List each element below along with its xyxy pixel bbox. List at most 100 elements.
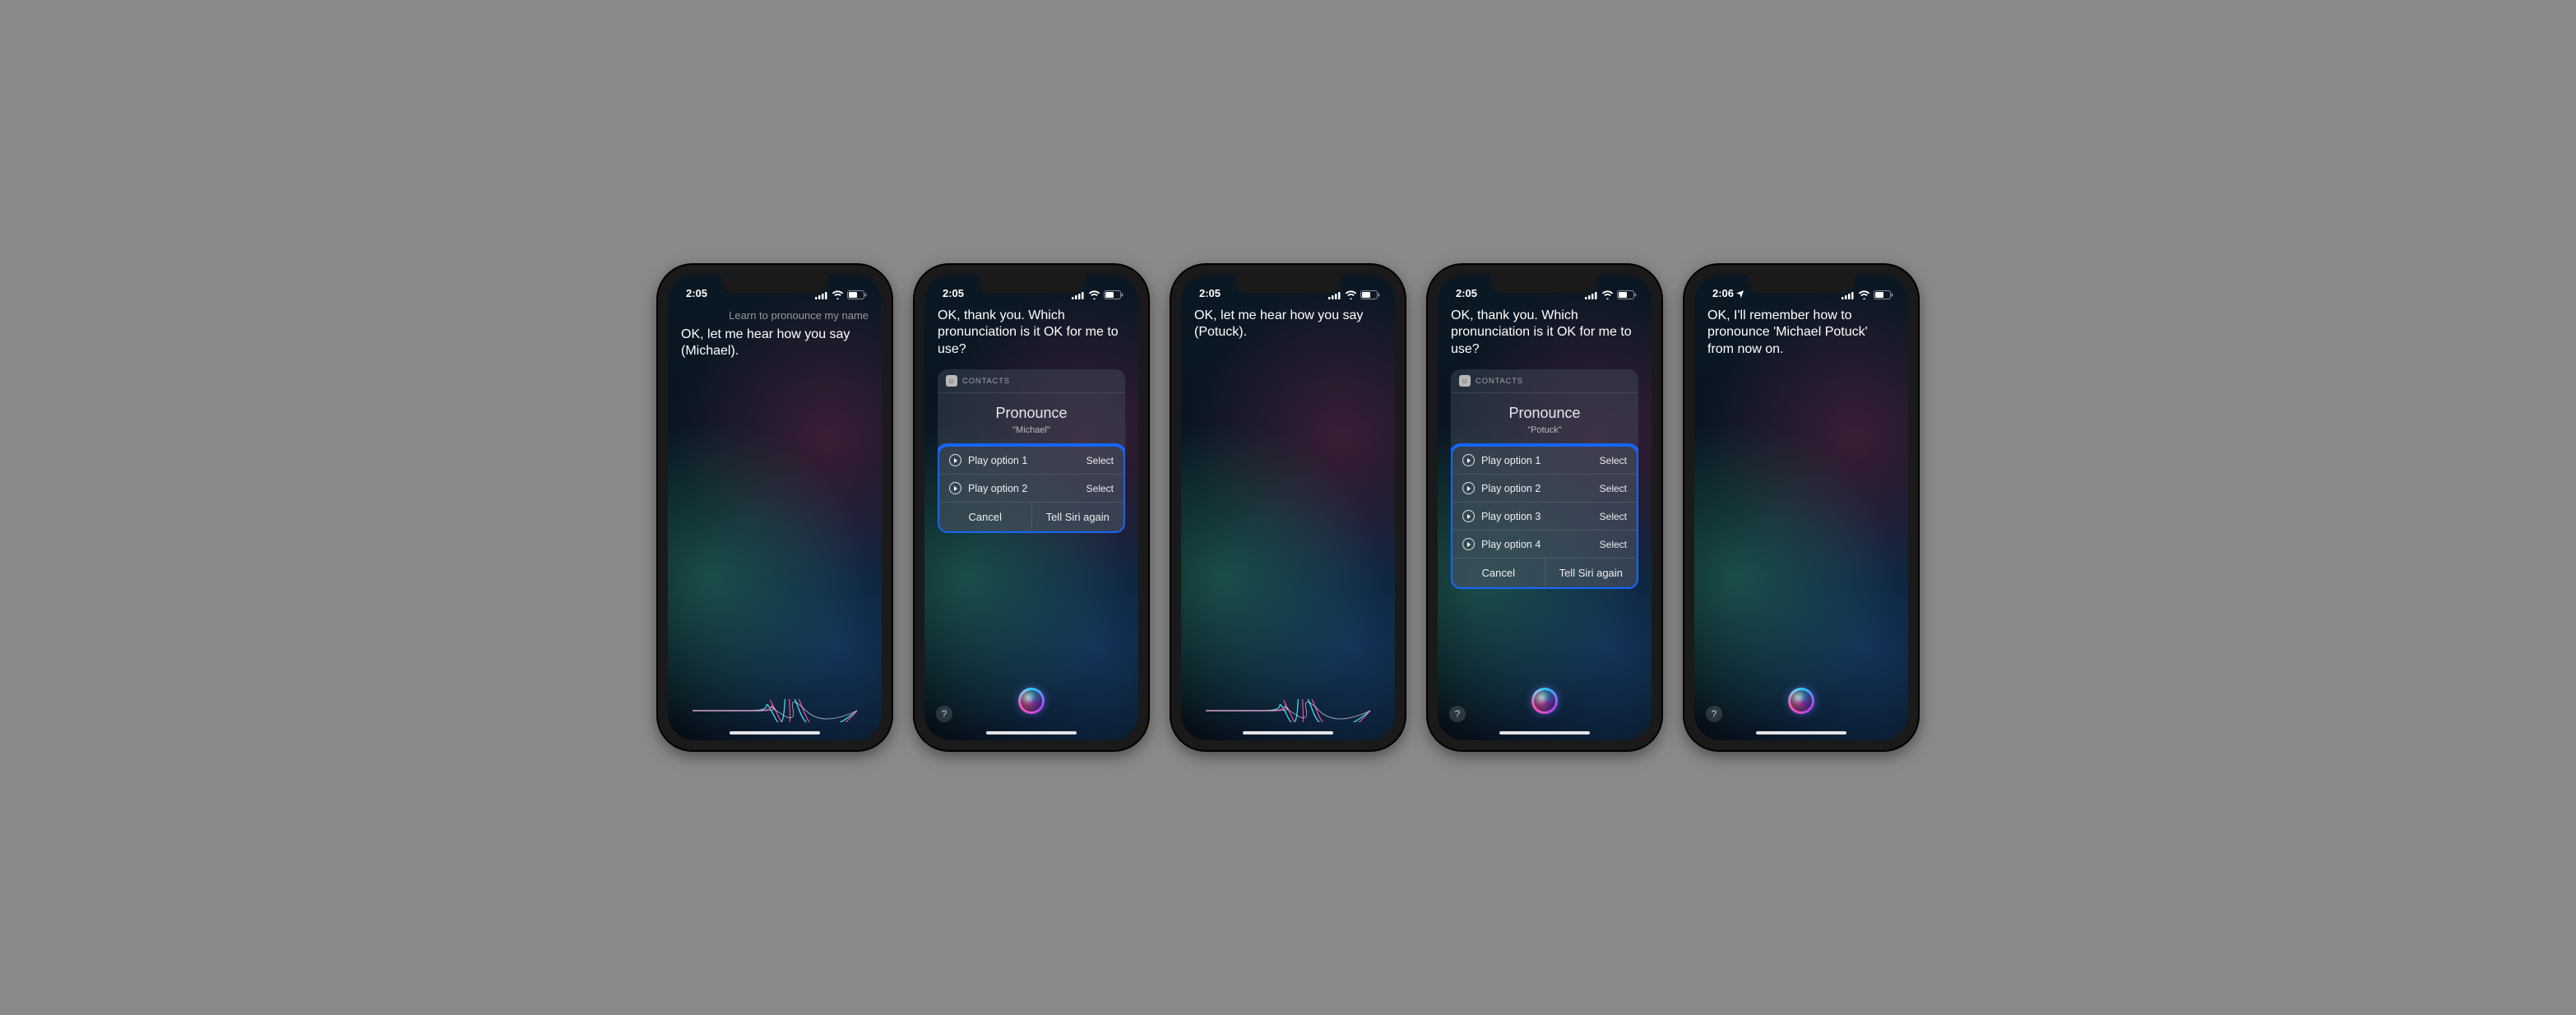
- card-button-row: CancelTell Siri again: [1452, 558, 1637, 587]
- status-time: 2:05: [1199, 287, 1221, 299]
- tell-siri-again-button[interactable]: Tell Siri again: [1032, 503, 1124, 531]
- status-time: 2:06: [1712, 287, 1734, 299]
- battery-icon: [1874, 290, 1893, 299]
- contacts-card: ☺ CONTACTS Pronounce"Potuck" Play option 1 S…: [1451, 369, 1638, 589]
- contacts-card: ☺CONTACTSPronounce"Michael"Play option 1…: [938, 369, 1125, 533]
- select-button[interactable]: Select: [1086, 483, 1114, 494]
- home-indicator[interactable]: [1499, 731, 1590, 735]
- wifi-icon: [1088, 290, 1100, 299]
- content-area: OK, let me hear how you say (Potuck).: [1181, 299, 1395, 671]
- option-label: Play option 1: [968, 455, 1080, 466]
- home-indicator[interactable]: [1243, 731, 1333, 735]
- option-label: Play option 4: [1481, 539, 1593, 550]
- status-time: 2:05: [943, 287, 964, 299]
- select-button[interactable]: Select: [1600, 455, 1627, 466]
- play-icon[interactable]: [1462, 454, 1475, 466]
- play-icon[interactable]: [1462, 482, 1475, 494]
- phone-frame: 2:05 OK, thank you. Which pronunciation i…: [1428, 265, 1661, 750]
- option-label: Play option 3: [1481, 511, 1593, 522]
- cancel-button[interactable]: Cancel: [1452, 558, 1545, 587]
- card-source-label: CONTACTS: [962, 377, 1010, 386]
- help-button[interactable]: ?: [936, 706, 952, 722]
- battery-icon: [1360, 290, 1380, 299]
- content-area: OK, I'll remember how to pronounce 'Mich…: [1694, 299, 1908, 671]
- notch: [1748, 275, 1855, 293]
- phone-frame: 2:05 OK, thank you. Which pronunciation i…: [915, 265, 1148, 750]
- pronunciation-option-row[interactable]: Play option 1 Select: [939, 447, 1124, 474]
- notch: [721, 275, 828, 293]
- bottom-area: [1181, 671, 1395, 740]
- siri-response-text: OK, thank you. Which pronunciation is it…: [938, 308, 1125, 358]
- wifi-icon: [832, 290, 844, 299]
- location-arrow-icon: ➤: [1735, 287, 1748, 300]
- pronunciation-option-row[interactable]: Play option 4 Select: [1452, 530, 1637, 558]
- user-prompt-text: Learn to pronounce my name: [681, 309, 869, 322]
- play-icon[interactable]: [1462, 510, 1475, 522]
- card-button-row: CancelTell Siri again: [939, 502, 1124, 531]
- phone-frame: 2:06➤ OK, I'll remember how to pronounce …: [1684, 265, 1918, 750]
- battery-icon: [1617, 290, 1637, 299]
- bottom-area: ?: [924, 671, 1138, 740]
- siri-response-text: OK, thank you. Which pronunciation is it…: [1451, 308, 1638, 358]
- status-time: 2:05: [1456, 287, 1477, 299]
- pronunciation-option-row[interactable]: Play option 2 Select: [939, 474, 1124, 502]
- select-button[interactable]: Select: [1600, 483, 1627, 494]
- siri-response-text: OK, let me hear how you say (Michael).: [681, 327, 869, 360]
- play-icon[interactable]: [949, 482, 961, 494]
- card-subtitle: "Michael": [938, 422, 1125, 445]
- status-time: 2:05: [686, 287, 707, 299]
- siri-response-text: OK, let me hear how you say (Potuck).: [1194, 308, 1382, 341]
- pronunciation-option-row[interactable]: Play option 2 Select: [1452, 474, 1637, 502]
- screen: 2:05 OK, let me hear how you say (Potuck)…: [1181, 275, 1395, 740]
- option-label: Play option 2: [968, 483, 1080, 494]
- battery-icon: [847, 290, 867, 299]
- card-subtitle: "Potuck": [1451, 422, 1638, 445]
- siri-orb-icon[interactable]: [1788, 688, 1814, 714]
- screen: 2:05 Learn to pronounce my name OK, let me…: [668, 275, 882, 740]
- help-button[interactable]: ?: [1706, 706, 1722, 722]
- phone-frame: 2:05 OK, let me hear how you say (Potuck)…: [1171, 265, 1405, 750]
- home-indicator[interactable]: [986, 731, 1077, 735]
- screen: 2:06➤ OK, I'll remember how to pronounce …: [1694, 275, 1908, 740]
- home-indicator[interactable]: [730, 731, 820, 735]
- highlighted-options: Play option 1 Select Play option 2 Select Ca…: [938, 443, 1125, 533]
- contacts-app-icon: ☺: [1459, 375, 1471, 387]
- battery-icon: [1104, 290, 1124, 299]
- card-header: ☺ CONTACTS: [1451, 369, 1638, 393]
- wifi-icon: [1345, 290, 1357, 299]
- wifi-icon: [1858, 290, 1870, 299]
- content-area: Learn to pronounce my name OK, let me hea…: [668, 299, 882, 671]
- siri-response-text: OK, I'll remember how to pronounce 'Mich…: [1707, 308, 1895, 358]
- contacts-app-icon: ☺: [946, 375, 957, 387]
- screen: 2:05 OK, thank you. Which pronunciation i…: [1438, 275, 1652, 740]
- content-area: OK, thank you. Which pronunciation is it…: [924, 299, 1138, 671]
- siri-orb-icon[interactable]: [1018, 688, 1045, 714]
- pronunciation-option-row[interactable]: Play option 1 Select: [1452, 447, 1637, 474]
- select-button[interactable]: Select: [1600, 539, 1627, 550]
- card-title: Pronounce: [938, 393, 1125, 422]
- option-label: Play option 1: [1481, 455, 1593, 466]
- content-area: OK, thank you. Which pronunciation is it…: [1438, 299, 1652, 671]
- home-indicator[interactable]: [1756, 731, 1846, 735]
- select-button[interactable]: Select: [1600, 511, 1627, 522]
- card-title: Pronounce: [1451, 393, 1638, 422]
- highlighted-options: Play option 1SelectPlay option 2SelectPl…: [1451, 443, 1638, 589]
- play-icon[interactable]: [1462, 538, 1475, 550]
- notch: [1235, 275, 1341, 293]
- help-button[interactable]: ?: [1449, 706, 1466, 722]
- play-icon[interactable]: [949, 454, 961, 466]
- notch: [978, 275, 1085, 293]
- option-label: Play option 2: [1481, 483, 1593, 494]
- notch: [1491, 275, 1598, 293]
- cancel-button[interactable]: Cancel: [939, 503, 1032, 531]
- card-header: ☺ CONTACTS: [938, 369, 1125, 393]
- select-button[interactable]: Select: [1086, 455, 1114, 466]
- bottom-area: [668, 671, 882, 740]
- bottom-area: ?: [1694, 671, 1908, 740]
- siri-orb-icon[interactable]: [1531, 688, 1558, 714]
- bottom-area: ?: [1438, 671, 1652, 740]
- card-source-label: CONTACTS: [1476, 377, 1523, 386]
- tell-siri-again-button[interactable]: Tell Siri again: [1545, 558, 1638, 587]
- pronunciation-option-row[interactable]: Play option 3 Select: [1452, 502, 1637, 530]
- screen: 2:05 OK, thank you. Which pronunciation i…: [924, 275, 1138, 740]
